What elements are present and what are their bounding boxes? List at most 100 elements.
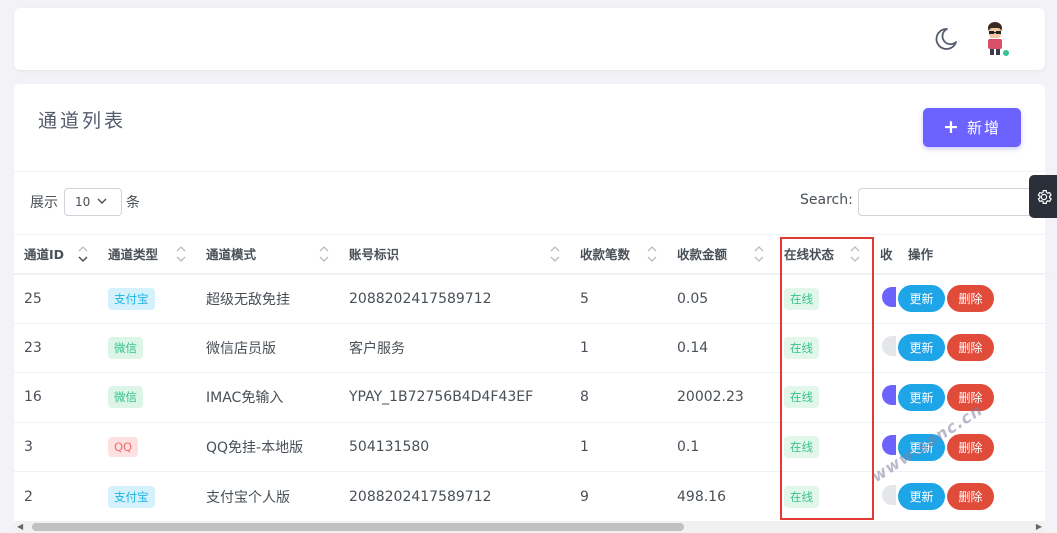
- update-button[interactable]: 更新: [898, 285, 945, 313]
- payment-amount-cell: 0.05: [667, 273, 774, 324]
- page-length-select[interactable]: 10: [64, 188, 122, 216]
- actions-cell: 更新 删除: [898, 422, 1054, 473]
- channel-type-cell: 微信: [98, 323, 196, 374]
- col-channel-id[interactable]: 通道ID: [14, 234, 98, 275]
- sort-icon: [754, 246, 764, 262]
- receive-toggle-cell: [870, 422, 898, 473]
- payment-count-cell: 1: [570, 323, 667, 374]
- table-header-row: 通道ID 通道类型 通道模式 账号标识 收款笔数 收款金额 在线状态 收 操作: [14, 234, 1054, 275]
- page-title: 通道列表: [38, 110, 127, 132]
- settings-toggle[interactable]: [1029, 175, 1057, 218]
- add-button-label: 新增: [966, 119, 1001, 137]
- table-row: 25 支付宝 超级无敌免挂 2088202417589712 5 0.05 在线 更新 删除: [14, 273, 1054, 324]
- table-row: 2 支付宝 支付宝个人版 2088202417589712 9 498.16 在线 更新 删除: [14, 471, 1054, 522]
- receive-toggle-cell: [870, 273, 898, 324]
- actions-cell: 更新 删除: [898, 323, 1054, 374]
- channel-type-cell: 支付宝: [98, 273, 196, 324]
- update-button[interactable]: 更新: [898, 433, 945, 461]
- payment-count-cell: 5: [570, 273, 667, 324]
- channel-mode-cell: 微信店员版: [196, 323, 339, 374]
- col-channel-type[interactable]: 通道类型: [98, 234, 196, 275]
- delete-button[interactable]: 删除: [947, 483, 994, 511]
- receive-toggle-cell: [870, 471, 898, 522]
- channel-id-cell: 2: [14, 471, 98, 522]
- online-status-cell: 在线: [774, 273, 870, 324]
- delete-button[interactable]: 删除: [947, 285, 994, 313]
- search-input[interactable]: [858, 188, 1033, 216]
- channel-type-cell: 支付宝: [98, 471, 196, 522]
- channel-id-cell: 23: [14, 323, 98, 374]
- payment-count-cell: 9: [570, 471, 667, 522]
- receive-toggle-switch[interactable]: [882, 335, 896, 356]
- chevron-down-icon: [97, 195, 107, 209]
- payment-amount-cell: 0.1: [667, 422, 774, 473]
- col-online-status[interactable]: 在线状态: [774, 234, 870, 275]
- channel-mode-cell: IMAC免输入: [196, 372, 339, 423]
- table-row: 16 微信 IMAC免输入 YPAY_1B72756B4D4F43EF 8 20002.2…: [14, 372, 1054, 423]
- online-status-dot: [1002, 49, 1010, 57]
- delete-button[interactable]: 删除: [947, 433, 994, 461]
- sort-icon: [550, 246, 560, 262]
- delete-button[interactable]: 删除: [947, 383, 994, 411]
- channel-type-badge: 微信: [108, 336, 143, 359]
- status-badge: 在线: [784, 485, 819, 508]
- receive-toggle-switch[interactable]: [882, 286, 896, 307]
- horizontal-scrollbar[interactable]: ◀ ▶: [14, 521, 1045, 533]
- sort-icon: [319, 246, 329, 262]
- channel-id-cell: 25: [14, 273, 98, 324]
- receive-toggle-switch[interactable]: [882, 484, 896, 505]
- page-length-value: 10: [75, 195, 91, 209]
- sort-icon: [176, 246, 186, 262]
- channel-id-cell: 3: [14, 422, 98, 473]
- col-payment-count[interactable]: 收款笔数: [570, 234, 667, 275]
- col-account[interactable]: 账号标识: [339, 234, 570, 275]
- update-button[interactable]: 更新: [898, 483, 945, 511]
- receive-toggle-cell: [870, 323, 898, 374]
- sort-icon: [850, 246, 860, 262]
- account-cell: YPAY_1B72756B4D4F43EF: [339, 372, 570, 423]
- update-button[interactable]: 更新: [898, 334, 945, 362]
- payment-amount-cell: 0.14: [667, 323, 774, 374]
- actions-cell: 更新 删除: [898, 273, 1054, 324]
- status-badge: 在线: [784, 436, 819, 459]
- moon-icon[interactable]: [933, 26, 959, 52]
- scroll-right-icon[interactable]: ▶: [1036, 521, 1042, 533]
- account-cell: 2088202417589712: [339, 273, 570, 324]
- scroll-left-icon[interactable]: ◀: [17, 521, 23, 533]
- receive-toggle-switch[interactable]: [882, 435, 896, 456]
- delete-button[interactable]: 删除: [947, 334, 994, 362]
- add-channel-button[interactable]: + 新增: [923, 108, 1021, 147]
- divider: [14, 171, 1045, 172]
- account-cell: 客户服务: [339, 323, 570, 374]
- channel-type-badge: 支付宝: [108, 485, 155, 508]
- length-prefix: 展示: [30, 195, 58, 211]
- channel-type-badge: QQ: [108, 437, 139, 458]
- status-badge: 在线: [784, 336, 819, 359]
- channel-table: 通道ID 通道类型 通道模式 账号标识 收款笔数 收款金额 在线状态 收 操作 …: [14, 234, 1054, 522]
- online-status-cell: 在线: [774, 471, 870, 522]
- length-suffix: 条: [126, 195, 140, 211]
- scrollbar-thumb[interactable]: [32, 523, 684, 531]
- online-status-cell: 在线: [774, 372, 870, 423]
- top-bar: [14, 8, 1045, 70]
- channel-type-cell: QQ: [98, 422, 196, 473]
- col-actions: 操作: [898, 234, 1054, 275]
- update-button[interactable]: 更新: [898, 383, 945, 411]
- actions-cell: 更新 删除: [898, 471, 1054, 522]
- plus-icon: +: [943, 115, 961, 138]
- receive-toggle-cell: [870, 372, 898, 423]
- channel-mode-cell: 超级无敌免挂: [196, 273, 339, 324]
- col-receive-toggle[interactable]: 收: [870, 234, 898, 275]
- channel-mode-cell: QQ免挂-本地版: [196, 422, 339, 473]
- receive-toggle-switch[interactable]: [882, 385, 896, 406]
- table-row: 23 微信 微信店员版 客户服务 1 0.14 在线 更新 删除: [14, 323, 1054, 374]
- channel-id-cell: 16: [14, 372, 98, 423]
- sort-icon: [647, 246, 657, 262]
- table-row: 3 QQ QQ免挂-本地版 504131580 1 0.1 在线 更新 删除: [14, 422, 1054, 473]
- actions-cell: 更新 删除: [898, 372, 1054, 423]
- online-status-cell: 在线: [774, 323, 870, 374]
- col-payment-amount[interactable]: 收款金额: [667, 234, 774, 275]
- account-cell: 2088202417589712: [339, 471, 570, 522]
- channel-type-badge: 微信: [108, 386, 143, 409]
- col-channel-mode[interactable]: 通道模式: [196, 234, 339, 275]
